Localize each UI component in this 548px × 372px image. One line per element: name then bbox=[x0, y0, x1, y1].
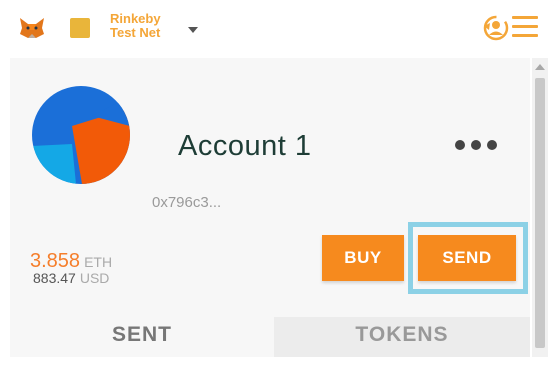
account-avatar bbox=[32, 86, 130, 184]
buy-button[interactable]: BUY bbox=[322, 235, 404, 281]
network-indicator-icon[interactable] bbox=[70, 18, 90, 38]
bottom-divider bbox=[0, 357, 548, 372]
eth-balance-value: 3.858 bbox=[30, 250, 81, 272]
more-options-icon[interactable] bbox=[455, 140, 497, 152]
usd-balance: 883.47 USD bbox=[33, 270, 109, 286]
scrollbar-thumb[interactable] bbox=[535, 78, 545, 348]
network-selector[interactable]: Rinkeby Test Net bbox=[110, 12, 190, 40]
scroll-up-arrow-icon[interactable] bbox=[535, 64, 545, 70]
network-name-line1: Rinkeby bbox=[110, 11, 161, 26]
hamburger-menu-icon[interactable] bbox=[512, 16, 538, 38]
tab-tokens[interactable]: TOKENS bbox=[274, 317, 530, 357]
account-name: Account 1 bbox=[178, 130, 312, 162]
tab-sent[interactable]: SENT bbox=[10, 317, 274, 357]
chevron-down-icon[interactable] bbox=[188, 27, 198, 33]
network-name-line2: Test Net bbox=[110, 25, 161, 40]
account-address[interactable]: 0x796c3... bbox=[152, 194, 221, 211]
usd-balance-value: 883.47 bbox=[33, 270, 76, 286]
tab-bar: SENT TOKENS bbox=[10, 317, 530, 357]
top-bar: Rinkeby Test Net bbox=[0, 0, 548, 58]
send-button[interactable]: SEND bbox=[418, 235, 516, 281]
eth-unit: ETH bbox=[84, 254, 113, 270]
account-switch-icon[interactable] bbox=[482, 14, 510, 42]
scrollbar[interactable] bbox=[532, 58, 548, 372]
metamask-fox-icon[interactable] bbox=[18, 16, 46, 40]
usd-unit: USD bbox=[79, 270, 110, 286]
